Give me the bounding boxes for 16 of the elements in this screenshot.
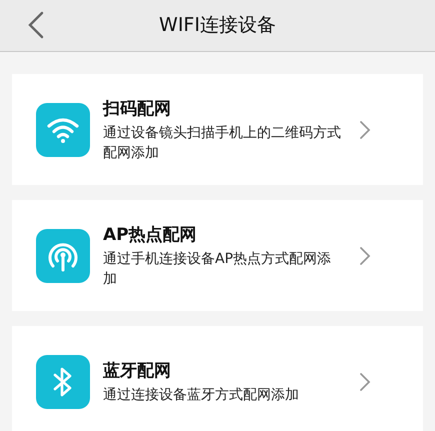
option-description: 通过连接设备蓝牙方式配网添加 xyxy=(103,386,300,404)
option-card[interactable]: 蓝牙配网 通过连接设备蓝牙方式配网添加 xyxy=(12,326,423,431)
option-card[interactable]: 扫码配网 通过设备镜头扫描手机上的二维码方式配网添加 xyxy=(12,74,423,185)
page-title: WIFI连接设备 xyxy=(159,13,276,38)
back-icon[interactable] xyxy=(27,11,45,39)
wifi-icon xyxy=(46,116,80,144)
chevron-icon xyxy=(359,246,371,266)
option-title: AP热点配网 xyxy=(103,224,198,246)
bluetooth-icon xyxy=(52,366,74,398)
option-description: 通过手机连接设备AP热点方式配网添加 xyxy=(103,250,332,288)
option-title: 蓝牙配网 xyxy=(103,360,172,382)
chevron-icon xyxy=(359,372,371,392)
option-description: 通过设备镜头扫描手机上的二维码方式配网添加 xyxy=(103,124,342,162)
option-card[interactable]: AP热点配网 通过手机连接设备AP热点方式配网添加 xyxy=(12,200,423,311)
option-title: 扫码配网 xyxy=(103,98,172,120)
chevron-icon xyxy=(359,120,371,140)
